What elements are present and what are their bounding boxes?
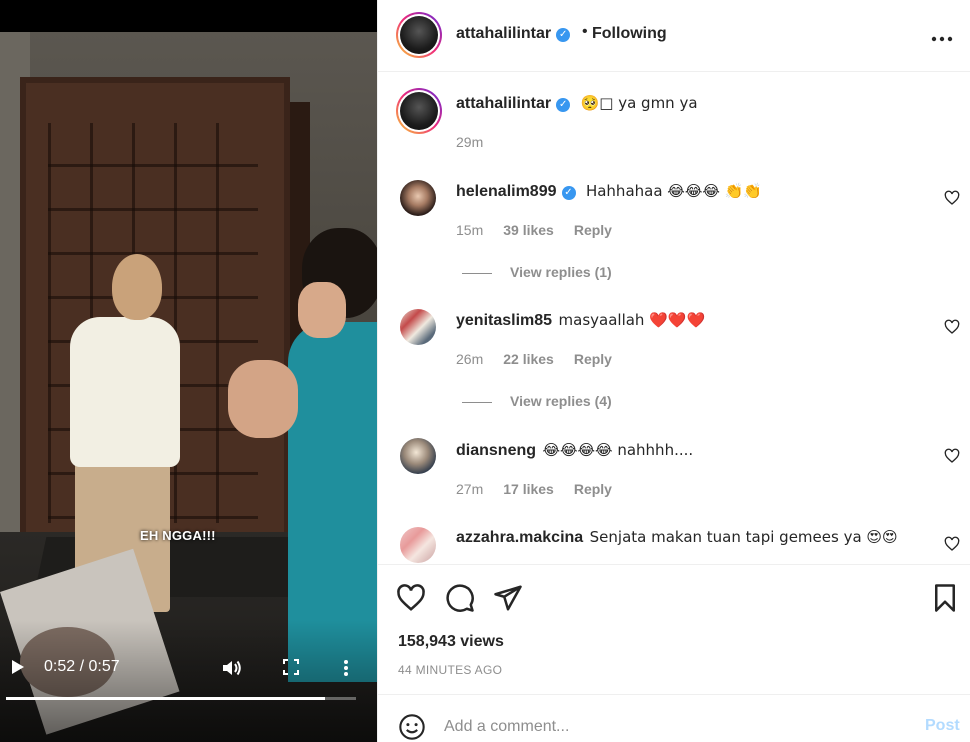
comment-likes-link[interactable]: 22 likes xyxy=(503,351,554,367)
list-item: azzahra.makcina Senjata makan tuan tapi … xyxy=(456,528,898,547)
video-caption-overlay: EH NGGA!!! xyxy=(140,528,216,543)
video-person-woman-head xyxy=(112,254,162,320)
video-time-readout: 0:52 / 0:57 xyxy=(44,658,120,675)
list-item: helenalim899 ✓ Hahhahaa 😂😂😂 👏👏 xyxy=(456,182,762,201)
post-button[interactable]: Post xyxy=(925,717,960,735)
comment-likes-link[interactable]: 39 likes xyxy=(503,222,554,238)
comment-meta: 27m 17 likes Reply xyxy=(456,481,612,497)
comment-username[interactable]: yenitaslim85 xyxy=(456,312,552,329)
verified-badge-icon: ✓ xyxy=(556,28,571,42)
share-icon[interactable] xyxy=(493,583,523,613)
header-username-link[interactable]: attahalilintar ✓ xyxy=(456,25,571,43)
video-more-button[interactable] xyxy=(336,656,356,680)
post-actions: 158,943 views 44 MINUTES AGO xyxy=(378,564,970,694)
comment-text: masyaallah ❤️❤️❤️ xyxy=(558,311,706,329)
verified-badge-icon: ✓ xyxy=(556,98,571,112)
reply-button[interactable]: Reply xyxy=(574,222,612,238)
avatar[interactable] xyxy=(400,438,436,474)
comment-time: 15m xyxy=(456,222,484,238)
comment-icon[interactable] xyxy=(445,583,475,613)
volume-icon xyxy=(223,660,241,676)
like-comment-heart-icon[interactable] xyxy=(944,536,960,552)
avatar[interactable] xyxy=(396,12,442,58)
comment-username[interactable]: diansneng xyxy=(456,442,536,459)
more-options-button[interactable] xyxy=(931,22,953,48)
like-comment-heart-icon[interactable] xyxy=(944,448,960,464)
video-progress-bar[interactable] xyxy=(6,697,356,700)
fullscreen-icon xyxy=(283,659,299,675)
post-panel: attahalilintar ✓ • Following attahalilint… xyxy=(377,0,970,742)
caption-time: 29m xyxy=(456,134,484,150)
reply-button[interactable]: Reply xyxy=(574,481,612,497)
play-button[interactable] xyxy=(8,656,28,678)
avatar[interactable] xyxy=(400,180,436,216)
fullscreen-button[interactable] xyxy=(280,656,302,678)
comment-input[interactable] xyxy=(444,714,884,740)
like-comment-heart-icon[interactable] xyxy=(944,190,960,206)
view-replies-button[interactable]: View replies (4) xyxy=(462,393,612,409)
reply-button[interactable]: Reply xyxy=(574,351,612,367)
avatar[interactable] xyxy=(400,309,436,345)
comments-list[interactable]: attahalilintar ✓ 🥺□ ya gmn ya 29m helenal… xyxy=(378,72,970,564)
caption-text: 🥺□ ya gmn ya xyxy=(580,94,698,112)
volume-button[interactable] xyxy=(220,656,244,680)
heart-icon[interactable] xyxy=(396,583,426,613)
more-horizontal-icon xyxy=(931,36,953,42)
comment-time: 27m xyxy=(456,481,484,497)
play-icon xyxy=(12,660,24,674)
caption-text-line: attahalilintar ✓ 🥺□ ya gmn ya xyxy=(456,94,698,113)
comment-likes-link[interactable]: 17 likes xyxy=(503,481,554,497)
comment-text: Senjata makan tuan tapi gemees ya 😍😍 xyxy=(589,528,898,546)
view-replies-button[interactable]: View replies (1) xyxy=(462,264,612,280)
bookmark-icon[interactable] xyxy=(930,583,960,613)
add-comment-bar: Post xyxy=(378,694,970,742)
emoji-picker-icon[interactable] xyxy=(398,713,426,741)
caption-avatar[interactable] xyxy=(396,88,442,134)
following-button[interactable]: Following xyxy=(592,25,667,43)
avatar[interactable] xyxy=(400,527,436,563)
comment-text: Hahhahaa 😂😂😂 👏👏 xyxy=(585,182,762,200)
comment-username[interactable]: helenalim899 xyxy=(456,183,557,200)
comment-time: 26m xyxy=(456,351,484,367)
comment-meta: 15m 39 likes Reply xyxy=(456,222,612,238)
video-person-man-face xyxy=(298,282,346,338)
video-progress-fill xyxy=(6,697,325,700)
video-person-man-hands xyxy=(228,360,298,438)
more-vertical-icon xyxy=(344,660,348,676)
views-count[interactable]: 158,943 views xyxy=(398,633,504,651)
like-comment-heart-icon[interactable] xyxy=(944,319,960,335)
list-item: diansneng 😂😂😂😂 nahhhh.... xyxy=(456,441,693,460)
verified-badge-icon: ✓ xyxy=(561,186,576,200)
video-player[interactable]: EH NGGA!!! 0:52 / 0:57 xyxy=(0,0,377,742)
caption-username[interactable]: attahalilintar xyxy=(456,95,551,112)
post-timestamp: 44 MINUTES AGO xyxy=(398,663,503,677)
list-item: yenitaslim85 masyaallah ❤️❤️❤️ xyxy=(456,311,705,330)
comment-username[interactable]: azzahra.makcina xyxy=(456,529,583,546)
video-person-woman xyxy=(70,317,180,467)
post-header: attahalilintar ✓ • Following xyxy=(378,0,970,72)
comment-text: 😂😂😂😂 nahhhh.... xyxy=(542,441,694,459)
comment-meta: 26m 22 likes Reply xyxy=(456,351,612,367)
header-separator: • xyxy=(582,23,588,40)
